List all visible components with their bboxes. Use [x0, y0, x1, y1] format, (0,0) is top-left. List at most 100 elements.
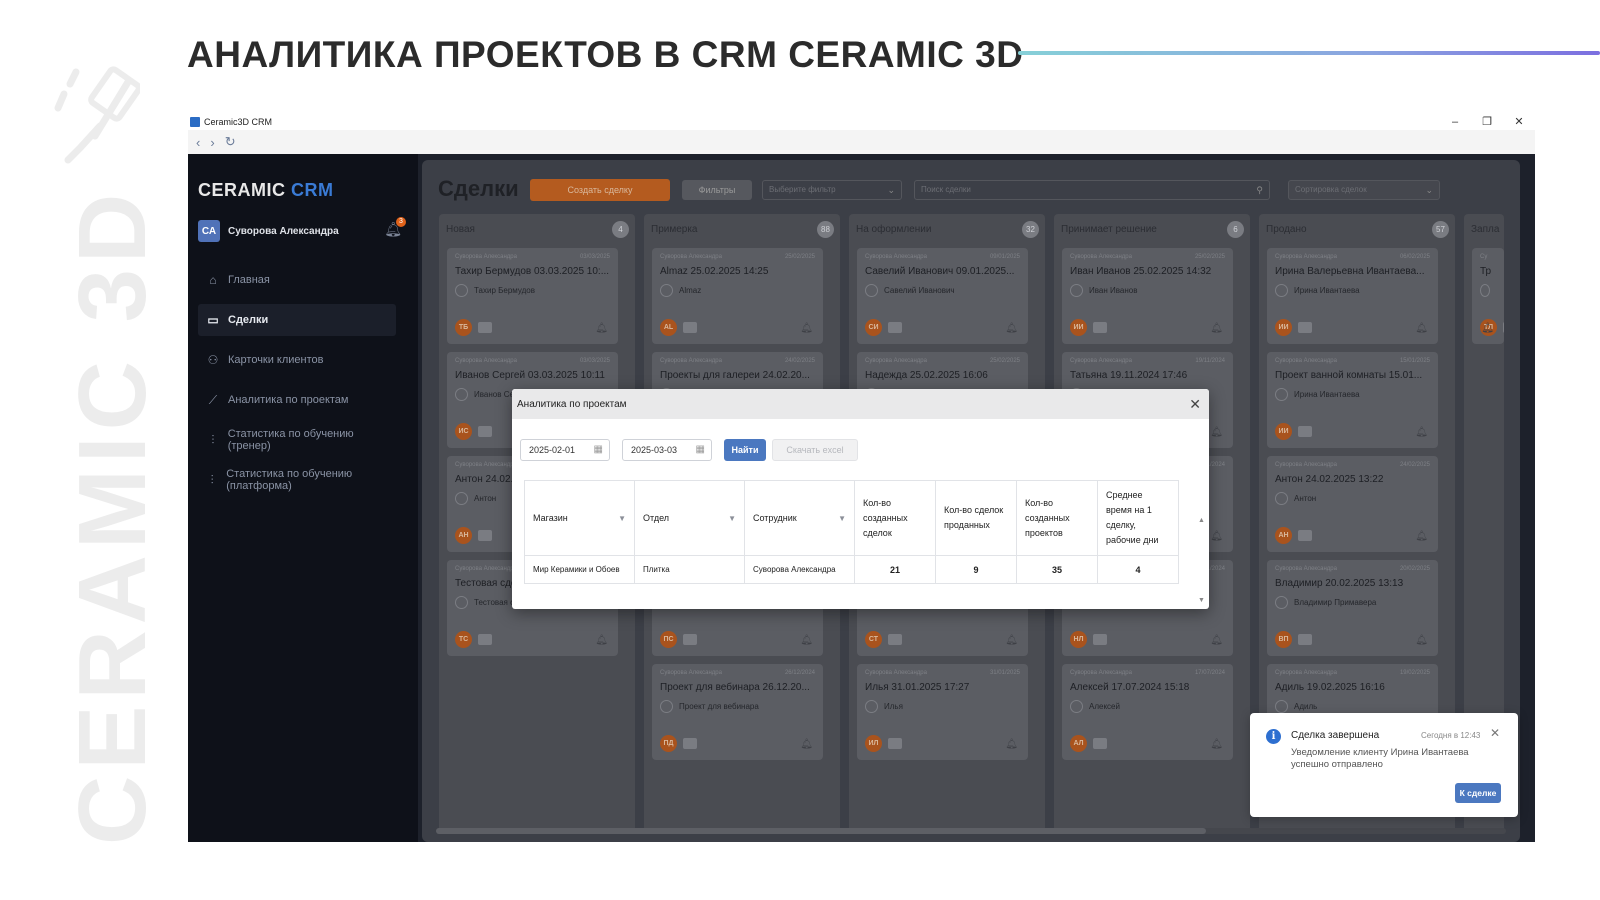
bell-icon[interactable]: 🔔︎ [595, 635, 608, 646]
bell-icon[interactable]: 🔔︎ [1005, 739, 1018, 750]
chat-icon[interactable] [1298, 634, 1312, 645]
close-window-button[interactable]: ✕ [1509, 114, 1529, 130]
chat-icon[interactable] [888, 634, 902, 645]
chat-icon[interactable] [478, 426, 492, 437]
bell-icon[interactable]: 🔔︎ [800, 635, 813, 646]
bell-icon[interactable]: 🔔︎ [1005, 323, 1018, 334]
bell-icon[interactable]: 🔔︎ [1481, 323, 1494, 334]
card-contact: Владимир Примавера [1275, 596, 1430, 609]
sidebar-item-home[interactable]: ⌂ Главная [198, 264, 396, 296]
card-owner: Суворова Александра [1070, 358, 1132, 364]
column-header-created-projects[interactable]: Кол-во созданных проектов [1016, 480, 1098, 556]
card-footer: СИ [865, 319, 902, 336]
deal-card[interactable]: Су Тр ТЛ 🔔︎ [1472, 248, 1504, 344]
filter-icon[interactable]: ▼ [838, 511, 846, 526]
avatar: АН [1275, 527, 1292, 544]
back-icon[interactable]: ‹ [196, 135, 200, 150]
bell-icon[interactable]: 🔔︎ [1210, 427, 1223, 438]
close-icon[interactable]: ✕ [1189, 396, 1201, 413]
chat-icon[interactable] [1298, 530, 1312, 541]
filter-select[interactable]: Выберите фильтр ⌄ [762, 180, 902, 200]
briefcase-icon: ▭ [207, 313, 219, 327]
bell-icon[interactable]: 🔔︎ [800, 323, 813, 334]
go-to-deal-button[interactable]: К сделке [1455, 783, 1501, 803]
scrollbar-thumb[interactable] [436, 828, 1206, 834]
forward-icon[interactable]: › [210, 135, 214, 150]
user-profile[interactable]: СА Суворова Александра 🔔︎ 3 [198, 217, 406, 243]
chat-icon[interactable] [478, 322, 492, 333]
date-to-input[interactable]: 2025-03-03 ▦ [622, 439, 712, 461]
notifications-bell-icon[interactable]: 🔔︎ 3 [384, 217, 406, 238]
sidebar-item-clients[interactable]: ⚇ Карточки клиентов [198, 344, 396, 376]
contact-name: Адиль [1294, 702, 1318, 711]
date-from-input[interactable]: 2025-02-01 ▦ [520, 439, 610, 461]
chat-icon[interactable] [1298, 426, 1312, 437]
deal-search-input[interactable]: Поиск сделки ⚲ [914, 180, 1270, 200]
bell-icon[interactable]: 🔔︎ [1415, 323, 1428, 334]
deal-card[interactable]: Суворова Александра 25/02/2025 Almaz 25.02… [652, 248, 823, 344]
filter-icon[interactable]: ▼ [728, 511, 736, 526]
deal-card[interactable]: Суворова Александра 26/12/2024 Проект для … [652, 664, 823, 760]
bell-icon[interactable]: 🔔︎ [1415, 427, 1428, 438]
download-excel-button[interactable]: Скачать excel [772, 439, 858, 461]
deal-card[interactable]: Суворова Александра 31/01/2025 Илья 31.01.… [857, 664, 1028, 760]
chat-icon[interactable] [683, 738, 697, 749]
sidebar-item-training-trainer[interactable]: ⫶ Статистика по обучению (тренер) [198, 424, 396, 456]
filter-icon[interactable]: ▼ [618, 511, 626, 526]
chat-icon[interactable] [888, 322, 902, 333]
chat-icon[interactable] [888, 738, 902, 749]
minimize-button[interactable]: – [1445, 114, 1465, 130]
create-deal-button[interactable]: Создать сделку [530, 179, 670, 201]
deal-card[interactable]: Суворова Александра 15/01/2025 Проект ванн… [1267, 352, 1438, 448]
table-scroll-arrows[interactable]: ▲ ▼ [1198, 481, 1205, 609]
filters-button[interactable]: Фильтры [682, 180, 752, 200]
close-icon[interactable]: ✕ [1490, 726, 1500, 740]
bell-icon[interactable]: 🔔︎ [1210, 739, 1223, 750]
chat-icon[interactable] [478, 530, 492, 541]
deal-card[interactable]: Суворова Александра 06/02/2025 Ирина Валер… [1267, 248, 1438, 344]
calendar-icon[interactable]: ▦ [594, 440, 603, 460]
deal-card[interactable]: Суворова Александра 25/02/2025 Иван Иванов… [1062, 248, 1233, 344]
contact-avatar-icon [660, 284, 673, 297]
bell-icon[interactable]: 🔔︎ [1210, 323, 1223, 334]
horizontal-scrollbar[interactable] [436, 828, 1506, 834]
chat-icon[interactable] [478, 634, 492, 645]
chat-icon[interactable] [1298, 322, 1312, 333]
column-header-avg-time[interactable]: Среднее время на 1 сделку, рабочие дни [1097, 480, 1179, 556]
bell-icon[interactable]: 🔔︎ [1415, 531, 1428, 542]
restore-button[interactable]: ❐ [1477, 114, 1497, 130]
deal-card[interactable]: Суворова Александра 09/01/2025 Савелий Ива… [857, 248, 1028, 344]
deal-card[interactable]: Суворова Александра 20/02/2025 Владимир 20… [1267, 560, 1438, 656]
chat-icon[interactable] [683, 634, 697, 645]
chat-icon[interactable] [1503, 322, 1504, 333]
chat-icon[interactable] [1093, 322, 1107, 333]
deal-card[interactable]: Суворова Александра 03/03/2025 Тахир Берму… [447, 248, 618, 344]
deal-card[interactable]: Суворова Александра 17/07/2024 Алексей 17.… [1062, 664, 1233, 760]
card-meta: Суворова Александра 31/01/2025 [865, 670, 1020, 676]
calendar-icon[interactable]: ▦ [696, 440, 705, 460]
bell-icon[interactable]: 🔔︎ [1210, 635, 1223, 646]
bell-icon[interactable]: 🔔︎ [595, 323, 608, 334]
chat-icon[interactable] [1093, 738, 1107, 749]
column-header-created-deals[interactable]: Кол-во созданных сделок [854, 480, 936, 556]
sort-select[interactable]: Сортировка сделок ⌄ [1288, 180, 1440, 200]
column-count-badge: 32 [1022, 220, 1039, 238]
card-footer: НЛ [1070, 631, 1107, 648]
reload-icon[interactable]: ↻ [225, 134, 236, 150]
column-header-sold-deals[interactable]: Кол-во сделок проданных [935, 480, 1017, 556]
search-icon: ⚲ [1256, 185, 1263, 195]
bell-icon[interactable]: 🔔︎ [800, 739, 813, 750]
chat-icon[interactable] [1093, 634, 1107, 645]
sidebar-item-training-platform[interactable]: ⫶ Статистика по обучению (платформа) [198, 464, 396, 496]
find-button[interactable]: Найти [724, 439, 766, 461]
column-header-store[interactable]: Магазин ▼ [524, 480, 635, 556]
column-header-department[interactable]: Отдел ▼ [634, 480, 745, 556]
sidebar-item-analytics[interactable]: ⟋ Аналитика по проектам [198, 384, 396, 416]
deal-card[interactable]: Суворова Александра 24/02/2025 Антон 24.02… [1267, 456, 1438, 552]
bell-icon[interactable]: 🔔︎ [1210, 531, 1223, 542]
column-header-employee[interactable]: Сотрудник ▼ [744, 480, 855, 556]
bell-icon[interactable]: 🔔︎ [1415, 635, 1428, 646]
bell-icon[interactable]: 🔔︎ [1005, 635, 1018, 646]
sidebar-item-deals[interactable]: ▭ Сделки [198, 304, 396, 336]
chat-icon[interactable] [683, 322, 697, 333]
